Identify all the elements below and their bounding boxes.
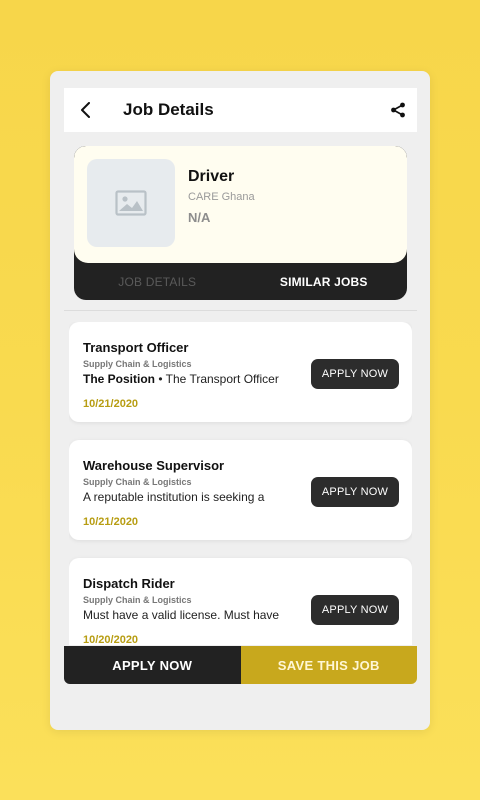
company-name: CARE Ghana	[188, 191, 255, 203]
job-summary: Driver CARE Ghana N/A	[74, 146, 407, 263]
job-summary-card: Driver CARE Ghana N/A JOB DETAILS SIMILA…	[74, 146, 407, 300]
detail-tabs: JOB DETAILS SIMILAR JOBS	[74, 263, 407, 300]
page-title: Job Details	[123, 100, 214, 119]
list-item-description-text: Must have a valid license. Must have	[83, 608, 280, 622]
list-item[interactable]: Warehouse Supervisor Supply Chain & Logi…	[69, 440, 412, 540]
list-item-date: 10/20/2020	[83, 634, 139, 645]
apply-now-button[interactable]: APPLY NOW	[311, 477, 399, 507]
device-frame: Job Details Driver CARE Ghana N/A JOB DE…	[50, 71, 430, 730]
list-item[interactable]: Dispatch Rider Supply Chain & Logistics …	[69, 558, 412, 645]
list-item-date: 10/21/2020	[83, 516, 139, 528]
back-button[interactable]	[64, 88, 108, 132]
apply-job-button[interactable]: APPLY NOW	[64, 646, 241, 684]
apply-now-button[interactable]: APPLY NOW	[311, 595, 399, 625]
list-item-category: Supply Chain & Logistics	[83, 477, 192, 487]
bottom-action-bar: APPLY NOW SAVE THIS JOB	[64, 646, 417, 684]
list-item-title: Warehouse Supervisor	[83, 458, 225, 473]
app-bar: Job Details	[64, 88, 417, 132]
list-item[interactable]: Transport Officer Supply Chain & Logisti…	[69, 322, 412, 422]
list-item-category: Supply Chain & Logistics	[83, 595, 192, 605]
apply-now-button[interactable]: APPLY NOW	[311, 359, 399, 389]
similar-jobs-list[interactable]: Transport Officer Supply Chain & Logisti…	[69, 322, 412, 645]
list-item-description: A reputable institution is seeking a	[83, 490, 283, 504]
company-thumbnail	[87, 159, 175, 247]
arrow-left-icon	[81, 102, 90, 118]
list-item-description: Must have a valid license. Must have	[83, 608, 283, 622]
share-icon	[391, 102, 405, 118]
app-screen: Job Details Driver CARE Ghana N/A JOB DE…	[64, 88, 417, 700]
list-item-description-bold: The Position	[83, 372, 155, 386]
salary-value: N/A	[188, 210, 211, 225]
image-placeholder-icon	[115, 190, 147, 216]
section-divider	[64, 310, 417, 311]
share-button[interactable]	[387, 99, 409, 121]
list-item-date: 10/21/2020	[83, 398, 139, 410]
list-item-description: The Position • The Transport Officer	[83, 372, 283, 386]
list-item-description-text: A reputable institution is seeking a	[83, 490, 265, 504]
save-job-button[interactable]: SAVE THIS JOB	[240, 646, 417, 684]
job-title: Driver	[188, 168, 235, 185]
tab-job-details[interactable]: JOB DETAILS	[74, 263, 241, 300]
list-item-description-text: • The Transport Officer	[155, 372, 279, 386]
tab-similar-jobs[interactable]: SIMILAR JOBS	[241, 263, 408, 300]
list-item-category: Supply Chain & Logistics	[83, 359, 192, 369]
list-item-title: Transport Officer	[83, 340, 189, 355]
list-item-title: Dispatch Rider	[83, 576, 175, 591]
